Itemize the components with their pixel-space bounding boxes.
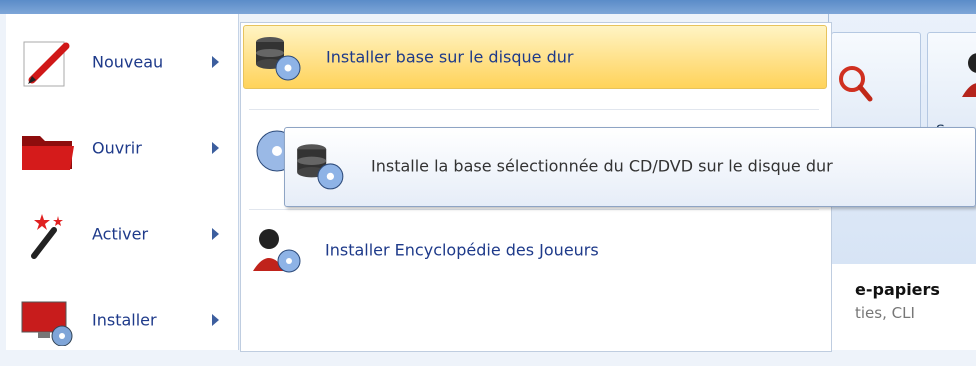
submenu-item-install-base[interactable]: Installer base sur le disque dur <box>243 25 827 89</box>
submenu-arrow-icon <box>212 56 219 68</box>
ribbon-lower-panel: e-papiers ties, CLI <box>828 264 976 350</box>
tooltip-text: Installe la base sélectionnée du CD/DVD … <box>371 156 833 176</box>
window-top-bar <box>0 0 976 14</box>
menu-item-nouveau[interactable]: Nouveau <box>6 22 238 108</box>
menu-item-label: Ouvrir <box>92 138 142 158</box>
submenu-arrow-icon <box>212 314 219 326</box>
pencil-document-icon <box>23 41 70 87</box>
menu-item-activer[interactable]: Activer <box>6 194 238 280</box>
submenu-item-label: Installer Encyclopédie des Joueurs <box>325 240 599 260</box>
menu-item-label: Installer <box>92 310 157 330</box>
file-menu: Nouveau Ouvrir Activer Installer <box>6 14 239 350</box>
menu-item-ouvrir[interactable]: Ouvrir <box>6 108 238 194</box>
magnifier-icon <box>839 66 873 102</box>
panel-subtitle: ties, CLI <box>855 304 915 322</box>
menu-item-label: Nouveau <box>92 52 164 72</box>
magic-wand-icon <box>31 214 63 259</box>
folder-icon <box>22 136 74 170</box>
menu-item-installer[interactable]: Installer <box>6 280 238 366</box>
menu-separator <box>249 109 819 110</box>
user-icon <box>962 53 976 97</box>
menu-item-label: Activer <box>92 224 149 244</box>
submenu-item-install-encyclopedie[interactable]: Installer Encyclopédie des Joueurs <box>243 219 825 281</box>
menu-separator <box>249 209 819 210</box>
database-disc-icon <box>297 144 344 190</box>
submenu-arrow-icon <box>212 142 219 154</box>
database-disc-icon <box>256 37 301 81</box>
monitor-disc-icon <box>21 301 73 346</box>
player-disc-icon <box>253 229 301 273</box>
tooltip: Installe la base sélectionnée du CD/DVD … <box>284 127 976 207</box>
submenu-arrow-icon <box>212 228 219 240</box>
submenu-item-label: Installer base sur le disque dur <box>326 47 574 67</box>
panel-title: e-papiers <box>855 280 940 299</box>
